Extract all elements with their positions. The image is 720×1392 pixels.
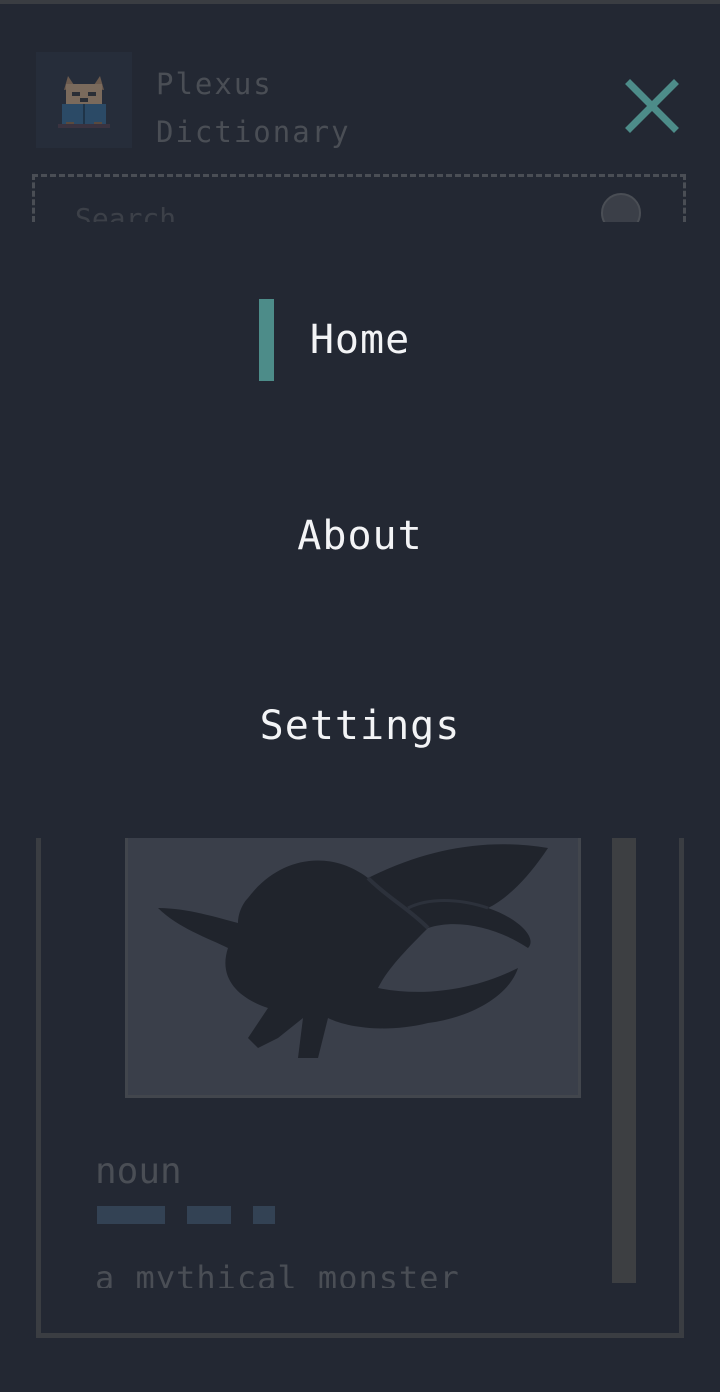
dragon-image	[158, 844, 548, 1058]
search-bar	[32, 174, 686, 222]
close-icon	[625, 79, 679, 133]
fox-reading-book-icon	[58, 76, 110, 128]
app-logo	[36, 52, 132, 148]
syllable-bar	[253, 1206, 275, 1224]
top-border	[0, 0, 720, 4]
syllable-bar	[97, 1206, 165, 1224]
word-card: noun a mythical monster	[36, 838, 684, 1338]
menu-item-home[interactable]: Home	[0, 316, 720, 364]
part-of-speech: noun	[95, 1151, 182, 1192]
menu-item-settings[interactable]: Settings	[0, 702, 720, 750]
navigation-menu: Home About Settings	[0, 222, 720, 838]
search-input[interactable]	[73, 201, 557, 222]
scrollbar[interactable]	[612, 838, 636, 1283]
menu-item-about[interactable]: About	[0, 512, 720, 560]
definition-text: a mythical monster	[95, 1259, 460, 1288]
close-menu-button[interactable]	[622, 76, 682, 136]
dragon-illustration	[125, 838, 581, 1098]
app-title: Plexus Dictionary	[156, 67, 351, 149]
search-toggle[interactable]	[601, 193, 641, 222]
syllable-bar	[187, 1206, 231, 1224]
